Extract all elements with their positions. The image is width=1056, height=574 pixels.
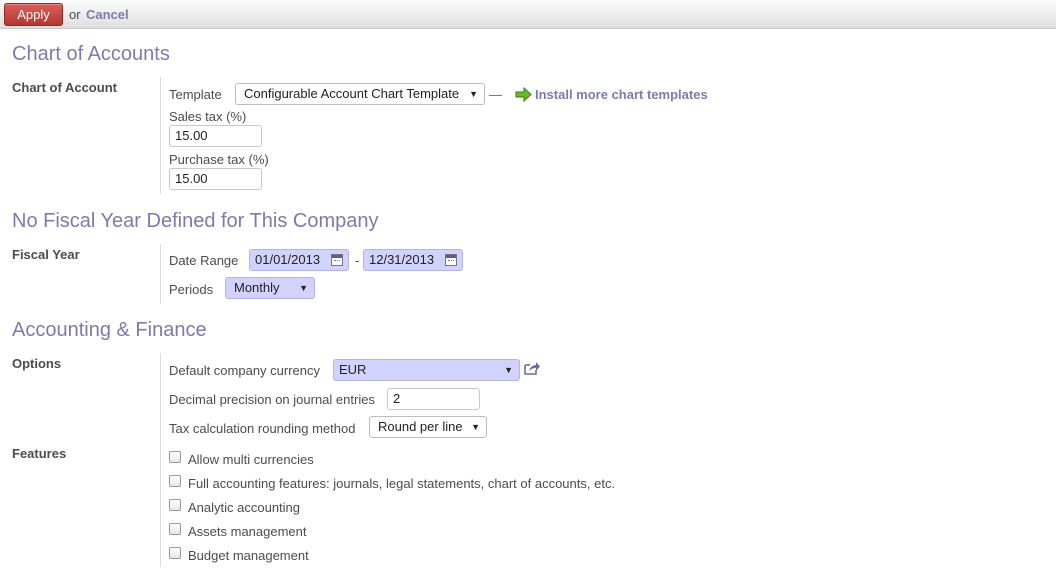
calendar-icon[interactable] xyxy=(331,254,343,266)
currency-value: EUR xyxy=(339,362,367,377)
chevron-down-icon: ▼ xyxy=(469,89,478,99)
currency-label: Default company currency xyxy=(169,363,321,378)
external-link-icon[interactable] xyxy=(523,361,540,376)
feature-label: Budget management xyxy=(188,548,309,563)
divider xyxy=(160,353,161,567)
rounding-select[interactable]: Round per line ▼ xyxy=(369,416,487,438)
divider xyxy=(160,244,161,304)
fiscal-section-title: No Fiscal Year Defined for This Company xyxy=(12,210,379,232)
date-separator: - xyxy=(355,253,360,268)
assets-management-checkbox[interactable] xyxy=(169,523,181,535)
chevron-down-icon: ▼ xyxy=(504,365,513,375)
feature-label: Allow multi currencies xyxy=(188,452,314,467)
chevron-down-icon: ▼ xyxy=(471,422,480,432)
multi-currency-checkbox[interactable] xyxy=(169,451,181,463)
feature-label: Full accounting features: journals, lega… xyxy=(188,476,616,491)
or-text: or xyxy=(69,7,81,22)
apply-button[interactable]: Apply xyxy=(4,3,63,26)
chevron-down-icon: ▼ xyxy=(299,283,308,293)
action-bar: Apply or Cancel xyxy=(0,0,1056,29)
periods-select[interactable]: Monthly ▼ xyxy=(225,277,315,299)
budget-management-checkbox[interactable] xyxy=(169,547,181,559)
periods-value: Monthly xyxy=(234,280,280,295)
calendar-icon[interactable] xyxy=(445,254,457,266)
finance-section-title: Accounting & Finance xyxy=(12,319,207,341)
template-label: Template xyxy=(169,87,222,102)
analytic-accounting-checkbox[interactable] xyxy=(169,499,181,511)
feature-label: Assets management xyxy=(188,524,307,539)
options-group-label: Options xyxy=(12,356,62,371)
date-from-input[interactable]: 01/01/2013 xyxy=(249,249,349,271)
rounding-label: Tax calculation rounding method xyxy=(169,421,356,436)
cancel-link[interactable]: Cancel xyxy=(86,7,129,22)
rounding-value: Round per line xyxy=(378,419,463,434)
decimal-input[interactable]: 2 xyxy=(387,388,480,410)
fiscal-group-label: Fiscal Year xyxy=(12,247,80,262)
install-templates-link[interactable]: Install more chart templates xyxy=(535,87,708,102)
periods-label: Periods xyxy=(169,282,214,297)
full-accounting-checkbox[interactable] xyxy=(169,475,181,487)
date-range-label: Date Range xyxy=(169,253,239,268)
feature-label: Analytic accounting xyxy=(188,500,301,515)
template-value: Configurable Account Chart Template xyxy=(244,86,460,101)
chart-section-title: Chart of Accounts xyxy=(12,43,170,65)
divider xyxy=(160,77,161,194)
purchase-tax-label: Purchase tax (%) xyxy=(169,152,269,167)
currency-select[interactable]: EUR ▼ xyxy=(333,359,520,381)
date-to-value: 12/31/2013 xyxy=(369,252,435,267)
features-group-label: Features xyxy=(12,446,67,461)
decimal-label: Decimal precision on journal entries xyxy=(169,392,375,407)
template-dash: — xyxy=(489,87,502,102)
green-arrow-icon xyxy=(515,87,532,102)
template-select[interactable]: Configurable Account Chart Template ▼ xyxy=(235,83,485,105)
purchase-tax-input[interactable]: 15.00 xyxy=(169,168,262,190)
sales-tax-label: Sales tax (%) xyxy=(169,109,247,124)
date-to-input[interactable]: 12/31/2013 xyxy=(363,249,463,271)
date-from-value: 01/01/2013 xyxy=(255,252,321,267)
chart-group-label: Chart of Account xyxy=(12,80,117,95)
sales-tax-input[interactable]: 15.00 xyxy=(169,125,262,147)
